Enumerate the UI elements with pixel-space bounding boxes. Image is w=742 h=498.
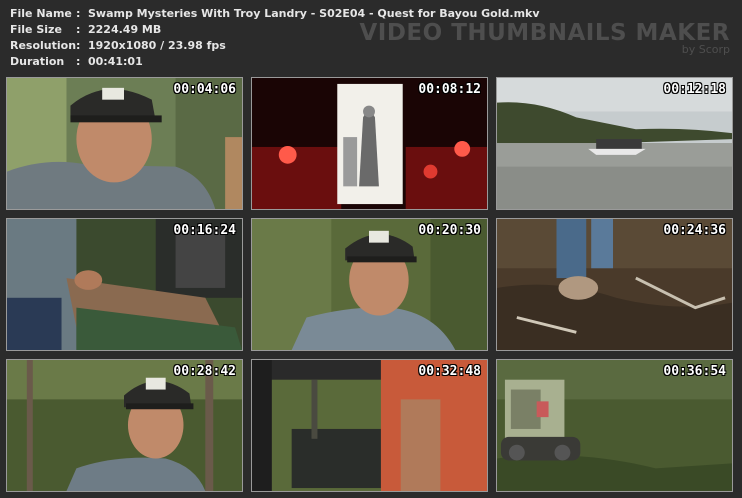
thumbnail[interactable]: 00:36:54 [496,359,733,492]
brand-title: VIDEO THUMBNAILS MAKER [359,20,730,46]
timestamp: 00:24:36 [663,223,726,238]
timestamp: 00:16:24 [173,223,236,238]
thumbnail[interactable]: 00:08:12 [251,77,488,210]
thumbnail[interactable]: 00:32:48 [251,359,488,492]
colon: : [76,23,81,36]
timestamp: 00:12:18 [663,82,726,97]
boots-in-muddy-ground-image [497,219,732,350]
thumbnail[interactable]: 00:20:30 [251,218,488,351]
resolution-value: 1920x1080 / 23.98 fps [88,39,226,52]
resolution-label: Resolution [10,39,77,52]
handling-wooden-planks-image [7,219,242,350]
timestamp: 00:20:30 [418,223,481,238]
thumbnail[interactable]: 00:24:36 [496,218,733,351]
timestamp: 00:32:48 [418,364,481,379]
duration-row: Duration : 00:41:01 [10,54,540,70]
file-size-label: File Size [10,23,62,36]
timestamp: 00:04:06 [173,82,236,97]
timestamp: 00:08:12 [418,82,481,97]
colon: : [76,7,81,20]
file-name-label: File Name [10,7,72,20]
thumbnail[interactable]: 00:04:06 [6,77,243,210]
man-in-cap-portrait-image [7,78,242,209]
candle-sketch-illustration-image [252,78,487,209]
file-size-value: 2224.49 MB [88,23,162,36]
colon: : [76,39,81,52]
brand-watermark: VIDEO THUMBNAILS MAKER by Scorp [359,20,730,56]
colon: : [76,55,81,68]
thumbnail-grid: 00:04:06 00:08:12 00:12:18 00:16:24 00:2… [6,77,738,493]
thumbnail[interactable]: 00:16:24 [6,218,243,351]
thumbnail[interactable]: 00:28:42 [6,359,243,492]
timestamp: 00:28:42 [173,364,236,379]
duration-label: Duration [10,55,65,68]
thumbnail[interactable]: 00:12:18 [496,77,733,210]
vehicle-in-forest-image [252,360,487,491]
timestamp: 00:36:54 [663,364,726,379]
airboat-on-river-image [497,78,732,209]
tracked-vehicle-in-brush-image [497,360,732,491]
duration-value: 00:41:01 [88,55,143,68]
man-in-cap-speaking-image [252,219,487,350]
man-in-cap-woods-image [7,360,242,491]
